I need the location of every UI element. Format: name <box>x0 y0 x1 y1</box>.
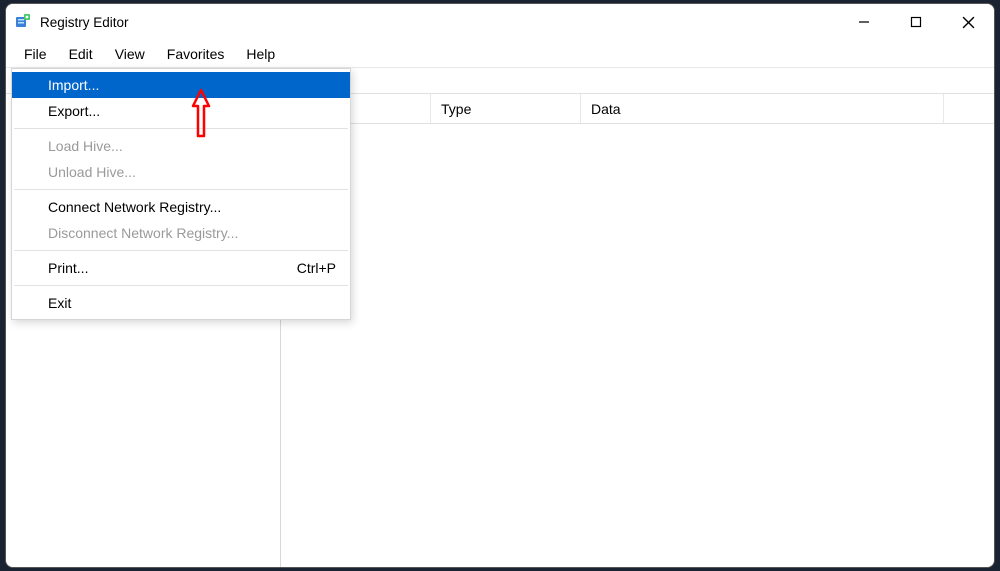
menu-print-label: Print... <box>48 260 88 276</box>
menubar: File Edit View Favorites Help <box>6 40 994 68</box>
file-menu-dropdown: Import... Export... Load Hive... Unload … <box>11 68 351 320</box>
menu-disconnect-label: Disconnect Network Registry... <box>48 225 238 241</box>
menu-help[interactable]: Help <box>236 43 285 65</box>
titlebar: Registry Editor <box>6 4 994 40</box>
menu-unload-hive-label: Unload Hive... <box>48 164 136 180</box>
menu-import[interactable]: Import... <box>12 72 350 98</box>
column-header-data[interactable]: Data <box>581 94 944 123</box>
menu-favorites[interactable]: Favorites <box>157 43 235 65</box>
menu-print-shortcut: Ctrl+P <box>297 260 336 276</box>
menu-connect-label: Connect Network Registry... <box>48 199 221 215</box>
menu-import-label: Import... <box>48 77 99 93</box>
menu-separator <box>14 189 348 190</box>
menu-disconnect-network-registry: Disconnect Network Registry... <box>12 220 350 246</box>
list-pane: Name Type Data <box>281 94 994 567</box>
menu-view[interactable]: View <box>105 43 155 65</box>
menu-exit-label: Exit <box>48 295 71 311</box>
menu-export-label: Export... <box>48 103 100 119</box>
window-controls <box>838 4 994 40</box>
maximize-button[interactable] <box>890 4 942 40</box>
menu-separator <box>14 128 348 129</box>
menu-load-hive-label: Load Hive... <box>48 138 123 154</box>
menu-export[interactable]: Export... <box>12 98 350 124</box>
menu-connect-network-registry[interactable]: Connect Network Registry... <box>12 194 350 220</box>
menu-print[interactable]: Print... Ctrl+P <box>12 255 350 281</box>
menu-unload-hive: Unload Hive... <box>12 159 350 185</box>
column-header-type[interactable]: Type <box>431 94 581 123</box>
menu-separator <box>14 250 348 251</box>
minimize-button[interactable] <box>838 4 890 40</box>
menu-exit[interactable]: Exit <box>12 290 350 316</box>
menu-separator <box>14 285 348 286</box>
regedit-icon <box>16 14 32 30</box>
window-title: Registry Editor <box>40 15 129 30</box>
list-header: Name Type Data <box>281 94 994 124</box>
close-button[interactable] <box>942 4 994 40</box>
menu-file[interactable]: File <box>14 43 57 65</box>
menu-edit[interactable]: Edit <box>59 43 103 65</box>
menu-load-hive: Load Hive... <box>12 133 350 159</box>
